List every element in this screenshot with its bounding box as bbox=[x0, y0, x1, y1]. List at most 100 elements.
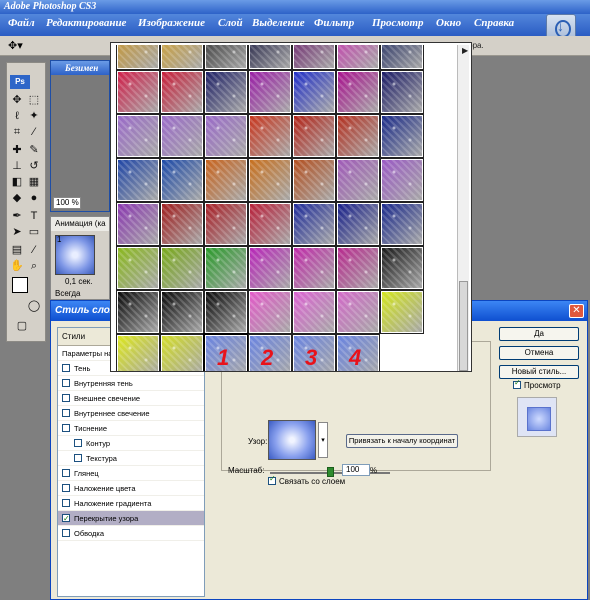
pattern-tile[interactable] bbox=[160, 158, 204, 202]
pattern-tile[interactable] bbox=[204, 158, 248, 202]
loop-option[interactable]: Всегда bbox=[55, 289, 80, 298]
dodge-tool-icon[interactable]: ● bbox=[27, 191, 41, 205]
gradient-tool-icon[interactable]: ▦ bbox=[27, 175, 41, 189]
blur-tool-icon[interactable]: ◆ bbox=[10, 191, 24, 205]
checkbox-icon[interactable] bbox=[62, 394, 70, 403]
pattern-tile[interactable] bbox=[336, 70, 380, 114]
style-item[interactable]: Внешнее свечение bbox=[58, 391, 204, 406]
pattern-tile[interactable] bbox=[380, 290, 424, 334]
checkbox-icon[interactable] bbox=[62, 379, 70, 388]
checkbox-checked-icon[interactable] bbox=[513, 378, 521, 389]
brush-tool-icon[interactable]: ✎ bbox=[27, 143, 41, 157]
pattern-tile[interactable] bbox=[116, 202, 160, 246]
marquee-tool-icon[interactable]: ⬚ bbox=[27, 93, 41, 107]
ok-button[interactable]: Да bbox=[499, 327, 579, 341]
cancel-button[interactable]: Отмена bbox=[499, 346, 579, 360]
move-tool-icon[interactable]: ✥ bbox=[10, 93, 24, 107]
pattern-tile[interactable] bbox=[292, 246, 336, 290]
history-brush-icon[interactable]: ↺ bbox=[27, 159, 41, 173]
pattern-tile[interactable] bbox=[336, 114, 380, 158]
pattern-tile[interactable] bbox=[248, 246, 292, 290]
document-title[interactable]: Безимен bbox=[51, 61, 109, 75]
style-item[interactable]: Перекрытие узора bbox=[58, 511, 204, 526]
checkbox-icon[interactable] bbox=[62, 364, 70, 373]
menu-file[interactable]: Файл bbox=[8, 17, 35, 29]
pattern-tile[interactable] bbox=[336, 290, 380, 334]
quick-mask-icon[interactable]: ◯ bbox=[27, 299, 41, 313]
pattern-tile[interactable] bbox=[336, 45, 380, 70]
checkbox-checked-icon[interactable] bbox=[268, 474, 276, 485]
pattern-tile[interactable] bbox=[248, 70, 292, 114]
eyedropper-icon[interactable]: ⁄ bbox=[27, 243, 41, 257]
slice-tool-icon[interactable]: ⁄ bbox=[27, 125, 41, 139]
pen-tool-icon[interactable]: ✒ bbox=[10, 209, 24, 223]
close-icon[interactable]: ✕ bbox=[569, 304, 584, 318]
pattern-tile[interactable] bbox=[116, 45, 160, 70]
style-item[interactable]: Контур bbox=[58, 436, 204, 451]
pattern-tile[interactable] bbox=[160, 70, 204, 114]
pattern-tile[interactable] bbox=[336, 246, 380, 290]
pattern-tile[interactable] bbox=[336, 202, 380, 246]
scale-slider-thumb[interactable] bbox=[327, 467, 334, 477]
pattern-tile[interactable] bbox=[160, 202, 204, 246]
stamp-tool-icon[interactable]: ⊥ bbox=[10, 159, 24, 173]
preview-checkbox[interactable]: Просмотр bbox=[513, 378, 561, 390]
menu-image[interactable]: Изображение bbox=[138, 17, 205, 29]
notes-tool-icon[interactable]: ▤ bbox=[10, 243, 24, 257]
pattern-tile[interactable] bbox=[248, 45, 292, 70]
pattern-tile[interactable] bbox=[116, 70, 160, 114]
shape-tool-icon[interactable]: ▭ bbox=[27, 225, 41, 239]
pattern-tile[interactable] bbox=[204, 70, 248, 114]
new-style-button[interactable]: Новый стиль... bbox=[499, 365, 579, 379]
lasso-tool-icon[interactable]: ℓ bbox=[10, 109, 24, 123]
style-item[interactable]: Внутреннее свечение bbox=[58, 406, 204, 421]
checkbox-icon[interactable] bbox=[62, 484, 70, 493]
pattern-tile[interactable] bbox=[204, 246, 248, 290]
style-item[interactable]: Тиснение bbox=[58, 421, 204, 436]
pattern-tile[interactable] bbox=[160, 290, 204, 334]
pattern-tile[interactable] bbox=[116, 158, 160, 202]
style-item[interactable]: Глянец bbox=[58, 466, 204, 481]
foreground-color-swatch[interactable] bbox=[12, 277, 28, 293]
pattern-tile[interactable] bbox=[160, 246, 204, 290]
style-item[interactable]: Текстура bbox=[58, 451, 204, 466]
style-item[interactable]: Наложение градиента bbox=[58, 496, 204, 511]
pattern-tile[interactable] bbox=[380, 45, 424, 70]
screen-mode-icon[interactable]: ▢ bbox=[15, 319, 29, 333]
pattern-tile[interactable] bbox=[292, 70, 336, 114]
checkbox-icon[interactable] bbox=[62, 529, 70, 538]
pattern-tile[interactable] bbox=[204, 202, 248, 246]
pattern-tile[interactable] bbox=[160, 114, 204, 158]
style-item[interactable]: Обводка bbox=[58, 526, 204, 541]
pattern-tile[interactable] bbox=[292, 202, 336, 246]
chevron-down-icon[interactable]: ▾ bbox=[318, 422, 328, 458]
style-item[interactable]: Внутренняя тень bbox=[58, 376, 204, 391]
crop-tool-icon[interactable]: ⌗ bbox=[10, 125, 24, 139]
zoom-field[interactable]: 100 % bbox=[53, 197, 81, 209]
style-item[interactable]: Наложение цвета bbox=[58, 481, 204, 496]
pattern-tile[interactable] bbox=[336, 158, 380, 202]
picker-menu-arrow-icon[interactable]: ▶ bbox=[462, 46, 472, 56]
pattern-tile[interactable] bbox=[116, 334, 160, 371]
checkbox-icon[interactable] bbox=[62, 499, 70, 508]
checkbox-icon[interactable] bbox=[74, 454, 82, 463]
checkbox-icon[interactable] bbox=[62, 469, 70, 478]
menu-select[interactable]: Выделение bbox=[252, 17, 305, 29]
pattern-tile[interactable] bbox=[116, 290, 160, 334]
path-select-icon[interactable]: ➤ bbox=[10, 225, 24, 239]
eraser-tool-icon[interactable]: ◧ bbox=[10, 175, 24, 189]
pattern-tile[interactable] bbox=[292, 290, 336, 334]
pattern-tile[interactable] bbox=[292, 158, 336, 202]
move-tool-icon[interactable]: ✥▾ bbox=[8, 39, 23, 52]
animation-tab[interactable]: Анимация (ка bbox=[51, 217, 109, 231]
pattern-tile[interactable] bbox=[204, 114, 248, 158]
pattern-swatch[interactable] bbox=[268, 420, 316, 460]
pattern-tile[interactable] bbox=[380, 246, 424, 290]
scale-input[interactable]: 100 bbox=[342, 464, 370, 476]
pattern-tile[interactable] bbox=[116, 114, 160, 158]
type-tool-icon[interactable]: T bbox=[27, 209, 41, 223]
magic-wand-icon[interactable]: ✦ bbox=[27, 109, 41, 123]
checkbox-icon[interactable] bbox=[74, 439, 82, 448]
link-with-layer-checkbox[interactable]: Связать со слоем bbox=[268, 474, 345, 486]
picker-scrollbar[interactable] bbox=[457, 45, 469, 371]
